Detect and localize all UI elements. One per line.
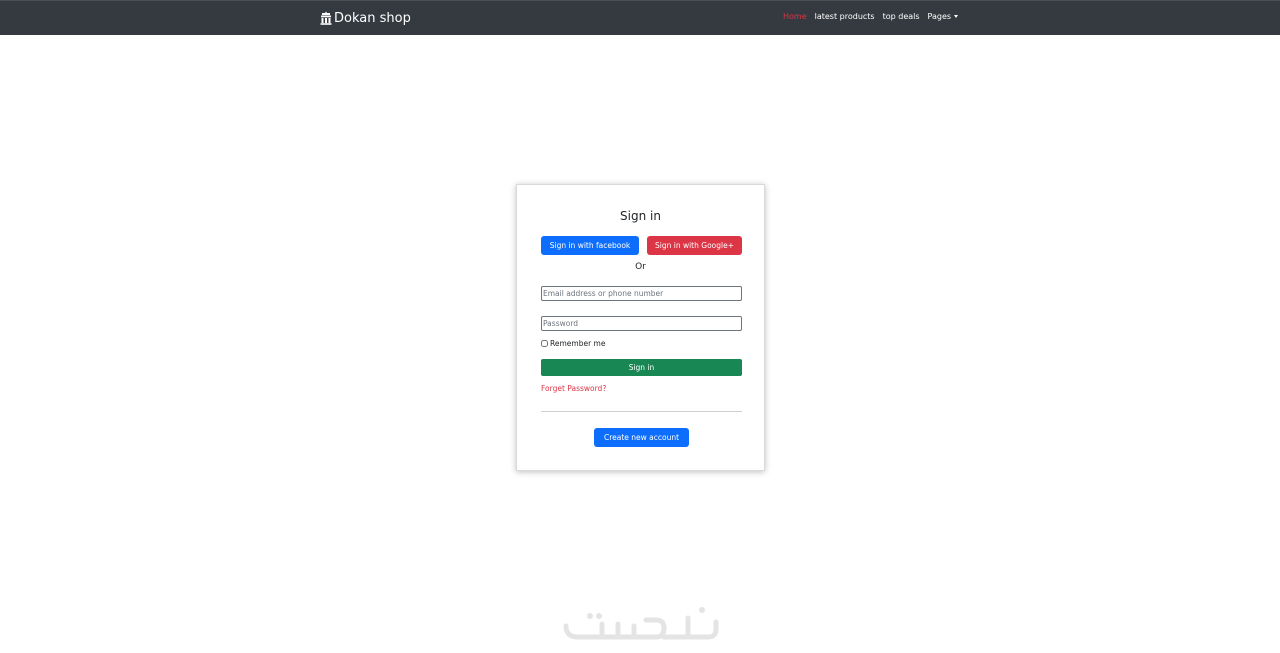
caret-down-icon xyxy=(954,15,959,18)
forgot-password-link[interactable]: Forget Password? xyxy=(541,384,606,393)
brand-link[interactable]: Dokan shop xyxy=(320,8,411,28)
google-signin-button[interactable]: Sign in with Google+ xyxy=(647,236,742,255)
nav-link-latest-products[interactable]: latest products xyxy=(815,12,875,21)
facebook-signin-button[interactable]: Sign in with facebook xyxy=(541,236,639,255)
khamsat-logo-icon xyxy=(563,607,719,640)
email-input[interactable] xyxy=(541,286,742,301)
remember-me-checkbox[interactable] xyxy=(541,340,548,347)
signin-card: Sign in Sign in with facebook Sign in wi… xyxy=(516,184,765,471)
nav-link-home[interactable]: Home xyxy=(783,12,807,21)
signin-title: Sign in xyxy=(620,209,661,223)
remember-me-label: Remember me xyxy=(550,339,606,348)
signin-submit-button[interactable]: Sign in xyxy=(541,359,742,376)
remember-me[interactable]: Remember me xyxy=(541,339,605,348)
nav-link-top-deals[interactable]: top deals xyxy=(883,12,920,21)
nav-link-pages-dropdown[interactable]: Pages xyxy=(928,12,959,21)
password-input[interactable] xyxy=(541,316,742,331)
divider xyxy=(541,411,742,412)
create-account-button[interactable]: Create new account xyxy=(594,428,689,447)
top-navbar: Dokan shop Home latest products top deal… xyxy=(0,0,1280,35)
or-separator-text: Or xyxy=(635,262,646,272)
nav-link-pages-label: Pages xyxy=(927,12,952,21)
brand-name: Dokan shop xyxy=(334,10,411,26)
nav-links: Home latest products top deals Pages xyxy=(783,12,959,21)
shop-icon xyxy=(320,11,332,25)
